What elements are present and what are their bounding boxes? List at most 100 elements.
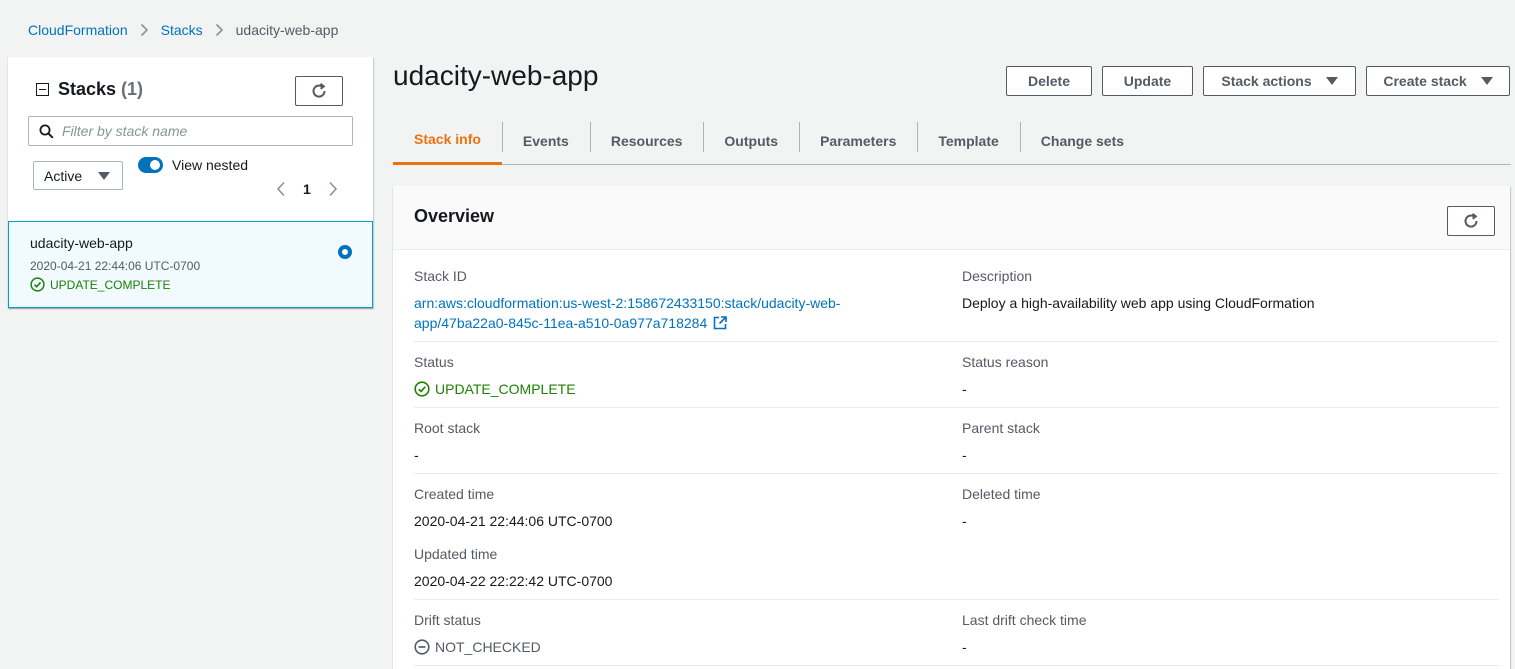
- deleted-time-value: -: [962, 513, 967, 529]
- breadcrumb-stacks[interactable]: Stacks: [161, 22, 203, 38]
- refresh-icon: [312, 83, 326, 98]
- breadcrumb-cloudformation[interactable]: CloudFormation: [28, 22, 128, 38]
- tab-resources[interactable]: Resources: [589, 116, 704, 165]
- view-nested-label: View nested: [172, 157, 249, 173]
- overview-refresh-button[interactable]: [1447, 206, 1495, 236]
- create-stack-button[interactable]: Create stack: [1366, 66, 1510, 96]
- drift-status-label: Drift status: [414, 612, 481, 628]
- drift-status-value: NOT_CHECKED: [414, 637, 541, 657]
- tab-change-sets[interactable]: Change sets: [1019, 116, 1145, 165]
- breadcrumb-current: udacity-web-app: [235, 22, 339, 38]
- stack-item-status: UPDATE_COMPLETE: [30, 277, 170, 292]
- tab-template[interactable]: Template: [917, 116, 1019, 165]
- stack-search: [28, 116, 353, 146]
- parent-stack-field: Parent stack -: [962, 420, 1040, 465]
- stack-actions-button[interactable]: Stack actions: [1203, 66, 1356, 96]
- overview-row-stack-id: Stack ID arn:aws:cloudformation:us-west-…: [414, 268, 1499, 342]
- tab-outputs[interactable]: Outputs: [703, 116, 799, 165]
- caret-down-icon: [1480, 77, 1493, 85]
- deleted-time-field: Deleted time -: [962, 486, 1041, 531]
- status-reason-field: Status reason -: [962, 354, 1048, 399]
- last-drift-field: Last drift check time -: [962, 612, 1087, 657]
- status-label: Status: [414, 354, 454, 370]
- root-stack-value: -: [414, 447, 419, 463]
- view-nested-toggle-wrap: View nested: [138, 157, 248, 173]
- drift-status-text: NOT_CHECKED: [435, 639, 541, 655]
- chevron-right-icon: [140, 23, 149, 37]
- chevron-left-icon[interactable]: [276, 181, 286, 197]
- updated-time-value: 2020-04-22 22:22:42 UTC-0700: [414, 573, 613, 589]
- stack-select-radio[interactable]: [338, 245, 352, 259]
- created-time-value: 2020-04-21 22:44:06 UTC-0700: [414, 513, 613, 529]
- overview-panel: Overview Stack ID arn:aws:cloudformation…: [393, 186, 1510, 669]
- updated-time-label: Updated time: [414, 546, 498, 562]
- external-link-icon: [713, 316, 728, 330]
- stacks-count: (1): [121, 79, 144, 99]
- stack-id-line1: arn:aws:cloudformation:us-west-2:1586724…: [414, 295, 841, 311]
- deleted-time-label: Deleted time: [962, 486, 1041, 502]
- status-text: UPDATE_COMPLETE: [435, 381, 576, 397]
- parent-stack-label: Parent stack: [962, 420, 1040, 436]
- stack-item-name: udacity-web-app: [30, 235, 133, 251]
- check-circle-icon: [414, 381, 430, 397]
- last-drift-value: -: [962, 639, 967, 655]
- parent-stack-value: -: [962, 447, 967, 463]
- description-field: Description Deploy a high-availability w…: [962, 268, 1315, 313]
- created-time-label: Created time: [414, 486, 495, 502]
- overview-header: Overview: [393, 186, 1510, 250]
- page-number[interactable]: 1: [303, 181, 311, 197]
- description-label: Description: [962, 268, 1033, 284]
- refresh-icon: [1464, 213, 1478, 228]
- stack-item-status-text: UPDATE_COMPLETE: [50, 277, 171, 292]
- stack-tabs: Stack info Events Resources Outputs Para…: [393, 116, 1511, 165]
- stacks-panel-header: Stacks (1): [36, 79, 143, 100]
- collapse-icon[interactable]: [36, 83, 49, 96]
- page-title: udacity-web-app: [393, 60, 599, 91]
- search-icon: [39, 124, 54, 139]
- view-nested-toggle[interactable]: [138, 157, 163, 173]
- status-filter-value: Active: [44, 167, 83, 184]
- status-filter-select[interactable]: Active: [33, 161, 123, 190]
- updated-time-field: Updated time 2020-04-22 22:22:42 UTC-070…: [414, 546, 612, 591]
- pagination: 1: [276, 181, 338, 197]
- stacks-refresh-button[interactable]: [295, 76, 343, 106]
- stack-search-input[interactable]: [62, 123, 342, 139]
- last-drift-label: Last drift check time: [962, 612, 1087, 628]
- delete-button[interactable]: Delete: [1006, 66, 1092, 96]
- stack-actions-label: Stack actions: [1221, 73, 1312, 89]
- stack-id-link[interactable]: arn:aws:cloudformation:us-west-2:1586724…: [414, 293, 840, 333]
- check-circle-icon: [30, 277, 45, 292]
- status-value: UPDATE_COMPLETE: [414, 379, 576, 399]
- tab-stack-info[interactable]: Stack info: [393, 116, 502, 165]
- overview-row-status: Status UPDATE_COMPLETE Status reason -: [414, 354, 1499, 408]
- root-stack-label: Root stack: [414, 420, 481, 436]
- chevron-right-icon[interactable]: [328, 181, 338, 197]
- drift-status-field: Drift status NOT_CHECKED: [414, 612, 541, 657]
- create-stack-label: Create stack: [1383, 73, 1467, 89]
- root-stack-field: Root stack -: [414, 420, 480, 465]
- stacks-panel: Stacks (1) Active View nested 1 udacity-…: [8, 57, 373, 308]
- description-value: Deploy a high-availability web app using…: [962, 295, 1315, 311]
- overview-row-root-stack: Root stack - Parent stack -: [414, 420, 1499, 474]
- caret-down-icon: [1325, 77, 1338, 85]
- status-field: Status UPDATE_COMPLETE: [414, 354, 576, 399]
- overview-title: Overview: [414, 206, 495, 226]
- stack-item-created: 2020-04-21 22:44:06 UTC-0700: [30, 259, 201, 273]
- created-time-field: Created time 2020-04-21 22:44:06 UTC-070…: [414, 486, 612, 531]
- status-reason-value: -: [962, 381, 967, 397]
- breadcrumb: CloudFormation Stacks udacity-web-app: [28, 22, 338, 38]
- stack-id-line2: app/47ba22a0-845c-11ea-a510-0a977a718284: [414, 315, 708, 331]
- minus-circle-icon: [414, 639, 430, 655]
- stack-id-label: Stack ID: [414, 268, 467, 284]
- update-button[interactable]: Update: [1102, 66, 1193, 96]
- tab-parameters[interactable]: Parameters: [799, 116, 917, 165]
- overview-row-times: Created time 2020-04-21 22:44:06 UTC-070…: [414, 486, 1499, 600]
- status-reason-label: Status reason: [962, 354, 1049, 370]
- stacks-panel-title: Stacks: [58, 79, 117, 99]
- chevron-right-icon: [215, 23, 224, 37]
- overview-row-drift: Drift status NOT_CHECKED Last drift chec…: [414, 612, 1499, 666]
- stack-id-field: Stack ID arn:aws:cloudformation:us-west-…: [414, 268, 840, 333]
- tab-events[interactable]: Events: [501, 116, 590, 165]
- stack-list-item[interactable]: udacity-web-app 2020-04-21 22:44:06 UTC-…: [8, 221, 373, 308]
- caret-down-icon: [98, 171, 110, 180]
